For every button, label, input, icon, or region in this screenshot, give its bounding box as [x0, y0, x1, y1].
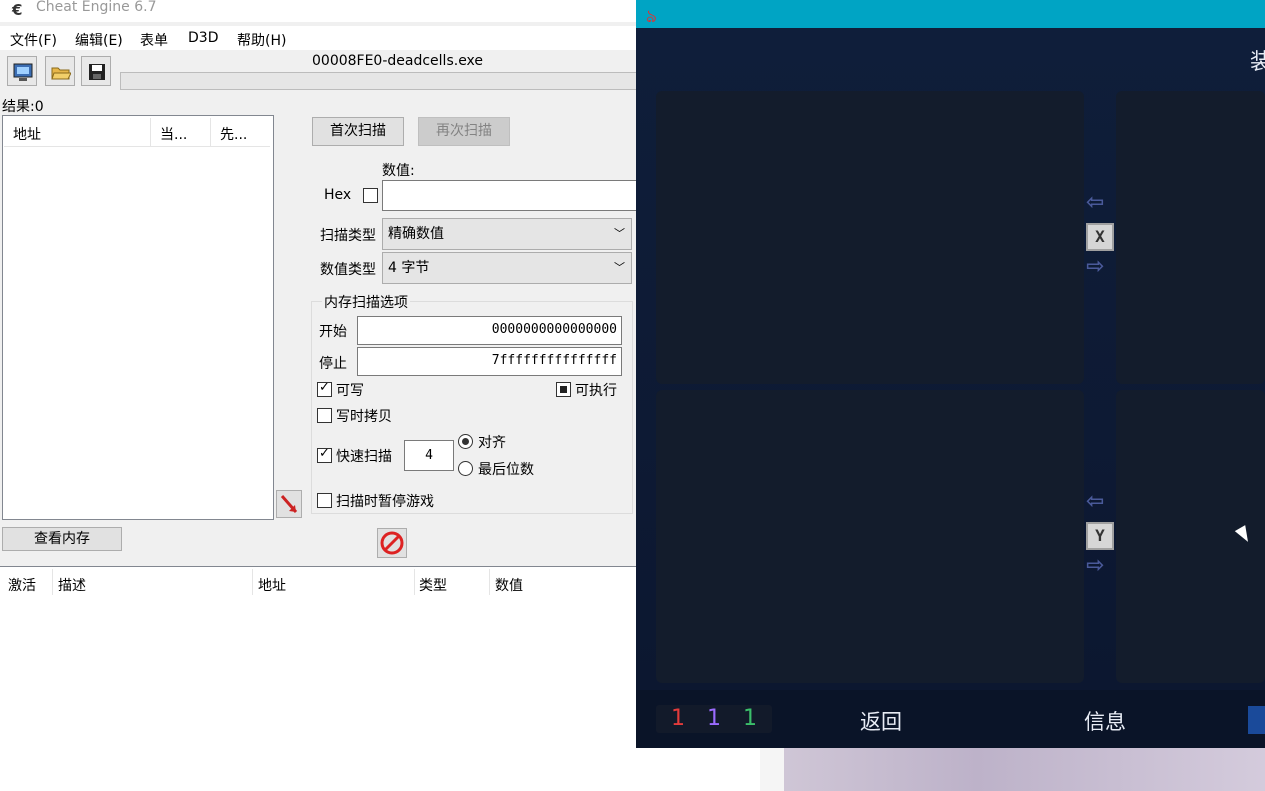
scan-type-label: 扫描类型 [320, 228, 376, 244]
value-label: 数值: [382, 163, 415, 179]
cheat-table-list[interactable] [0, 566, 640, 791]
view-memory-button[interactable]: 查看内存 [2, 527, 122, 551]
select-process-button[interactable] [7, 56, 37, 86]
footer-highlight-tab[interactable] [1248, 706, 1265, 734]
inventory-slot-top-right[interactable] [1116, 91, 1265, 384]
stop-address-input[interactable]: 7fffffffffffffff [357, 347, 622, 376]
pause-game-label: 扫描时暂停游戏 [336, 494, 434, 510]
align-radio[interactable] [458, 434, 473, 449]
found-address-list[interactable] [2, 115, 274, 520]
copy-on-write-label: 写时拷贝 [336, 409, 392, 425]
hex-checkbox[interactable] [363, 188, 378, 203]
fast-scan-checkbox[interactable] [317, 446, 332, 463]
game-titlebar: ঌ [636, 0, 1265, 28]
column-previous[interactable]: 先... [220, 124, 247, 144]
column-type[interactable]: 类型 [419, 575, 447, 595]
folder-open-icon [51, 67, 71, 80]
column-divider [210, 118, 211, 147]
counter-red: 1 [671, 706, 685, 731]
results-count: 结果:0 [2, 99, 44, 115]
value-type-label: 数值类型 [320, 262, 376, 278]
scan-type-value: 精确数值 [388, 226, 444, 242]
fast-scan-input[interactable]: 4 [404, 440, 454, 471]
window-title: Cheat Engine 6.7 [36, 0, 157, 15]
start-address-input[interactable]: 0000000000000000 [357, 316, 622, 345]
screen: { "cheat_engine": { "title": "Cheat Engi… [0, 0, 1265, 791]
back-button[interactable]: 返回 [860, 706, 902, 736]
writable-label: 可写 [336, 383, 364, 399]
key-x-icon: X [1086, 223, 1114, 251]
process-label: 00008FE0-deadcells.exe [312, 53, 484, 69]
next-scan-button[interactable]: 再次扫描 [418, 117, 510, 146]
pause-game-checkbox[interactable] [317, 493, 332, 508]
prohibited-icon [380, 531, 404, 555]
last-digits-radio[interactable] [458, 461, 473, 476]
chevron-down-icon: ﹀ [614, 261, 625, 274]
column-value[interactable]: 数值 [495, 575, 523, 595]
menu-edit[interactable]: 编辑(E) [75, 30, 123, 50]
executable-label: 可执行 [575, 383, 617, 399]
chevron-down-icon: ﹀ [614, 227, 625, 240]
stop-label: 停止 [319, 356, 347, 372]
arrow-right-icon: ⇨ [1086, 254, 1105, 279]
stop-scan-button[interactable] [377, 528, 407, 558]
floppy-disk-icon [89, 64, 105, 80]
counter-purple: 1 [707, 706, 721, 731]
copy-on-write-checkbox[interactable] [317, 408, 332, 423]
column-address[interactable]: 地址 [258, 575, 286, 595]
scan-progress-bar [120, 72, 640, 90]
info-button[interactable]: 信息 [1084, 706, 1126, 736]
value-type-value: 4 字节 [388, 260, 430, 276]
inventory-slot-bottom-left[interactable] [656, 390, 1084, 683]
open-file-button[interactable] [45, 56, 75, 86]
fast-scan-label: 快速扫描 [336, 449, 392, 465]
arrow-left-icon: ⇦ [1086, 489, 1105, 514]
value-type-select[interactable]: 4 字节 ﹀ [382, 252, 632, 284]
computer-icon [13, 63, 33, 81]
value-input[interactable] [382, 180, 640, 211]
column-active[interactable]: 激活 [8, 575, 36, 595]
counter-green: 1 [743, 706, 757, 731]
arrow-right-icon: ⇨ [1086, 553, 1105, 578]
desktop-wallpaper [784, 748, 1265, 791]
cheat-engine-window: € Cheat Engine 6.7 文件(F) 编辑(E) 表单 D3D 帮助… [0, 0, 640, 791]
column-description[interactable]: 描述 [58, 575, 86, 595]
arrow-pointer-icon [280, 495, 298, 513]
column-divider [150, 118, 151, 147]
key-y-icon: Y [1086, 522, 1114, 550]
pointer-scan-button[interactable] [276, 490, 302, 518]
arrow-left-icon: ⇦ [1086, 190, 1105, 215]
column-address[interactable]: 地址 [13, 124, 41, 144]
menu-d3d[interactable]: D3D [188, 30, 218, 46]
window-titlebar: € Cheat Engine 6.7 [0, 0, 640, 22]
executable-checkbox[interactable] [556, 382, 571, 397]
first-scan-button[interactable]: 首次扫描 [312, 117, 404, 146]
hex-label: Hex [324, 187, 352, 203]
column-divider [252, 569, 253, 595]
column-divider [489, 569, 490, 595]
menu-help[interactable]: 帮助(H) [237, 30, 286, 50]
scan-type-select[interactable]: 精确数值 ﹀ [382, 218, 632, 250]
align-label: 对齐 [478, 435, 506, 451]
panel-splitter[interactable] [0, 558, 640, 566]
column-divider [414, 569, 415, 595]
indeterminate-mark [560, 386, 567, 393]
menu-table[interactable]: 表单 [140, 30, 168, 50]
inventory-slot-top-left[interactable] [656, 91, 1084, 384]
cheat-engine-logo-icon: € [12, 1, 23, 19]
memory-options-title: 内存扫描选项 [322, 292, 410, 312]
column-divider [52, 569, 53, 595]
column-current[interactable]: 当... [160, 124, 187, 144]
game-header-text: 装 [1250, 50, 1265, 75]
menu-file[interactable]: 文件(F) [10, 30, 57, 50]
writable-checkbox[interactable] [317, 380, 332, 397]
last-digits-label: 最后位数 [478, 462, 534, 478]
save-file-button[interactable] [81, 56, 111, 86]
start-label: 开始 [319, 324, 347, 340]
